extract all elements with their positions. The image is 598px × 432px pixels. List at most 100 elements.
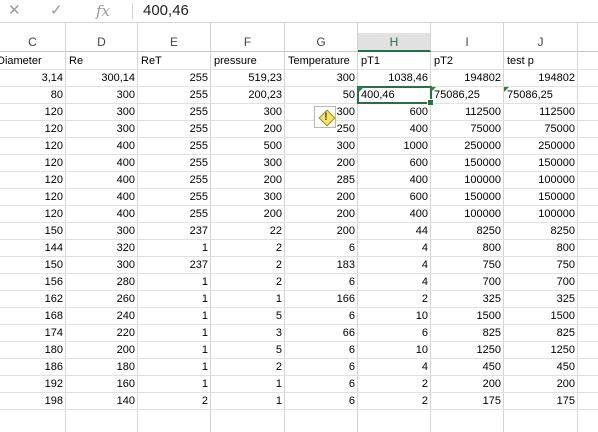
table-cell[interactable]: 450 xyxy=(431,359,504,375)
table-cell[interactable]: 1 xyxy=(138,325,211,341)
cell-header-test-p[interactable]: test p xyxy=(504,53,578,69)
table-cell[interactable]: 140 xyxy=(66,393,138,409)
table-cell[interactable]: 825 xyxy=(431,325,504,341)
table-cell[interactable]: 2 xyxy=(138,393,211,409)
table-cell[interactable]: 8250 xyxy=(504,223,578,239)
table-cell[interactable]: 180 xyxy=(66,359,138,375)
table-cell[interactable]: 144 xyxy=(0,240,66,256)
table-cell[interactable]: 180 xyxy=(0,342,66,358)
table-cell[interactable]: 255 xyxy=(138,138,211,154)
table-cell[interactable]: 1 xyxy=(138,359,211,375)
table-cell[interactable]: 200 xyxy=(285,206,358,222)
cell-header-pressure[interactable]: pressure xyxy=(211,53,285,69)
table-cell[interactable]: 150 xyxy=(0,257,66,273)
cell-header-temperature[interactable]: Temperature xyxy=(285,53,358,69)
table-cell[interactable]: 100000 xyxy=(431,206,504,222)
table-cell[interactable]: 300 xyxy=(211,189,285,205)
table-cell[interactable]: 1500 xyxy=(504,308,578,324)
table-cell[interactable]: 1 xyxy=(138,376,211,392)
table-cell[interactable]: 237 xyxy=(138,223,211,239)
table-cell[interactable]: 200 xyxy=(211,172,285,188)
table-cell[interactable]: 120 xyxy=(0,206,66,222)
table-cell[interactable]: 300 xyxy=(285,70,358,86)
table-cell[interactable]: 75086,25 xyxy=(504,87,578,103)
table-cell[interactable]: 160 xyxy=(66,376,138,392)
table-cell[interactable]: 156 xyxy=(0,274,66,290)
table-cell[interactable]: 192 xyxy=(0,376,66,392)
table-cell[interactable]: 75000 xyxy=(431,121,504,137)
table-cell[interactable]: 100000 xyxy=(504,206,578,222)
table-cell[interactable]: 1 xyxy=(138,240,211,256)
table-cell[interactable]: 200 xyxy=(211,121,285,137)
table-cell[interactable]: 166 xyxy=(285,291,358,307)
table-cell[interactable]: 519,23 xyxy=(211,70,285,86)
table-cell[interactable]: 700 xyxy=(431,274,504,290)
table-cell[interactable]: 300 xyxy=(66,223,138,239)
table-cell[interactable]: 285 xyxy=(285,172,358,188)
table-cell[interactable]: 260 xyxy=(66,291,138,307)
table-cell[interactable]: 400 xyxy=(358,121,431,137)
table-cell[interactable]: 198 xyxy=(0,393,66,409)
table-cell[interactable]: 2 xyxy=(358,393,431,409)
table-cell[interactable]: 2 xyxy=(211,240,285,256)
col-header-c[interactable]: C xyxy=(0,33,66,52)
table-cell[interactable]: 400 xyxy=(66,172,138,188)
table-cell[interactable]: 6 xyxy=(285,393,358,409)
table-cell[interactable]: 175 xyxy=(504,393,578,409)
table-cell[interactable]: 4 xyxy=(358,274,431,290)
table-cell[interactable]: 4 xyxy=(358,257,431,273)
table-cell[interactable]: 240 xyxy=(66,308,138,324)
cell-header-pt1[interactable]: pT1 xyxy=(358,53,431,69)
table-cell[interactable]: 6 xyxy=(358,325,431,341)
table-cell[interactable]: 200 xyxy=(504,376,578,392)
table-cell[interactable]: 300 xyxy=(66,104,138,120)
table-cell[interactable]: 255 xyxy=(138,155,211,171)
table-cell[interactable]: 280 xyxy=(66,274,138,290)
table-cell[interactable]: 325 xyxy=(431,291,504,307)
cancel-x-icon[interactable]: ✕ xyxy=(8,1,21,21)
table-cell[interactable]: 1 xyxy=(138,308,211,324)
table-cell[interactable]: 6 xyxy=(285,274,358,290)
table-cell[interactable]: 6 xyxy=(285,308,358,324)
table-cell[interactable]: 300 xyxy=(285,138,358,154)
table-cell[interactable]: 2 xyxy=(211,359,285,375)
table-cell[interactable]: 1038,46 xyxy=(358,70,431,86)
table-cell[interactable]: 4 xyxy=(358,240,431,256)
table-cell[interactable]: 1500 xyxy=(431,308,504,324)
table-cell[interactable]: 120 xyxy=(0,138,66,154)
col-header-i[interactable]: I xyxy=(431,33,504,52)
table-cell[interactable]: 150000 xyxy=(504,155,578,171)
table-cell[interactable]: 2 xyxy=(211,274,285,290)
table-cell[interactable]: 300 xyxy=(66,87,138,103)
table-cell[interactable]: 168 xyxy=(0,308,66,324)
table-cell[interactable]: 174 xyxy=(0,325,66,341)
table-cell[interactable]: 162 xyxy=(0,291,66,307)
table-cell[interactable]: 194802 xyxy=(431,70,504,86)
table-cell[interactable]: 112500 xyxy=(431,104,504,120)
table-cell[interactable]: 120 xyxy=(0,189,66,205)
table-cell[interactable]: 150000 xyxy=(504,189,578,205)
table-cell[interactable]: 6 xyxy=(285,240,358,256)
table-cell[interactable]: 825 xyxy=(504,325,578,341)
cell-header-re[interactable]: Re xyxy=(66,53,138,69)
table-cell[interactable]: 10 xyxy=(358,342,431,358)
enter-check-icon[interactable]: ✓ xyxy=(50,1,63,21)
formula-input[interactable]: 400,46 xyxy=(143,0,189,21)
table-cell[interactable]: 2 xyxy=(211,257,285,273)
table-cell[interactable]: 400 xyxy=(66,206,138,222)
col-header-h[interactable]: H xyxy=(358,33,431,52)
table-cell[interactable]: 2 xyxy=(358,376,431,392)
table-cell[interactable]: 200 xyxy=(211,206,285,222)
table-cell[interactable]: 175 xyxy=(431,393,504,409)
table-cell[interactable]: 300 xyxy=(66,121,138,137)
table-cell[interactable]: 186 xyxy=(0,359,66,375)
table-cell[interactable]: 300 xyxy=(211,155,285,171)
col-header-j[interactable]: J xyxy=(504,33,578,52)
fx-icon[interactable]: fx xyxy=(96,1,110,21)
table-cell[interactable]: 50 xyxy=(285,87,358,103)
table-cell[interactable]: 5 xyxy=(211,308,285,324)
table-cell[interactable]: 300,14 xyxy=(66,70,138,86)
table-cell[interactable]: 1 xyxy=(211,376,285,392)
table-cell[interactable]: 66 xyxy=(285,325,358,341)
table-cell[interactable]: 250000 xyxy=(431,138,504,154)
